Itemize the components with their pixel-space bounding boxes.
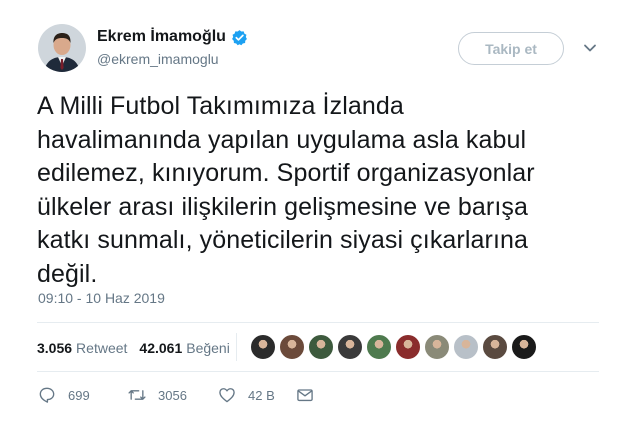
liker-avatar[interactable] [308,334,334,360]
liker-avatar[interactable] [250,334,276,360]
liker-avatars [250,334,540,360]
verified-badge-icon [231,29,248,46]
tweet-text: A Milli Futbol Takımımıza İzlanda havali… [37,92,535,288]
liker-avatar[interactable] [337,334,363,360]
retweet-button[interactable]: 3056 [127,385,217,405]
stats-separator [236,333,237,361]
reply-count: 699 [68,387,90,403]
like-stat[interactable]: 42.061 Beğeni [139,340,229,356]
liker-avatar[interactable] [511,334,537,360]
tweet-card: Ekrem İmamoğlu @ekrem_imamoglu Takip et … [0,0,627,429]
reply-icon [39,387,55,403]
divider [37,322,599,323]
envelope-icon [297,389,313,402]
liker-avatar[interactable] [366,334,392,360]
like-count: 42.061 [139,340,183,356]
retweet-action-count: 3056 [158,387,187,403]
reply-button[interactable]: 699 [37,385,127,405]
heart-icon [219,388,235,403]
author-name[interactable]: Ekrem İmamoğlu [97,28,226,46]
liker-avatar[interactable] [395,334,421,360]
like-button[interactable]: 42 B [217,385,295,405]
like-action-count: 42 B [248,387,275,403]
liker-avatar[interactable] [424,334,450,360]
liker-avatar[interactable] [482,334,508,360]
tweet-timestamp[interactable]: 09:10 - 10 Haz 2019 [38,290,165,306]
retweet-count: 3.056 [37,340,73,356]
author-info: Ekrem İmamoğlu @ekrem_imamoglu [97,28,248,67]
avatar-image [38,24,86,72]
retweet-label: Retweet [76,340,128,356]
chevron-down-icon[interactable] [582,40,598,56]
follow-button[interactable]: Takip et [458,32,564,65]
tweet-actions: 699 3056 42 B [37,385,315,405]
liker-avatar[interactable] [279,334,305,360]
retweet-stat[interactable]: 3.056 Retweet [37,340,127,356]
liker-avatar[interactable] [453,334,479,360]
divider [37,371,599,372]
author-handle[interactable]: @ekrem_imamoglu [97,51,248,67]
tweet-stats: 3.056 Retweet 42.061 Beğeni [37,340,242,356]
avatar[interactable] [38,24,86,72]
direct-message-button[interactable] [295,385,315,405]
retweet-icon [128,390,146,400]
like-label: Beğeni [186,340,230,356]
